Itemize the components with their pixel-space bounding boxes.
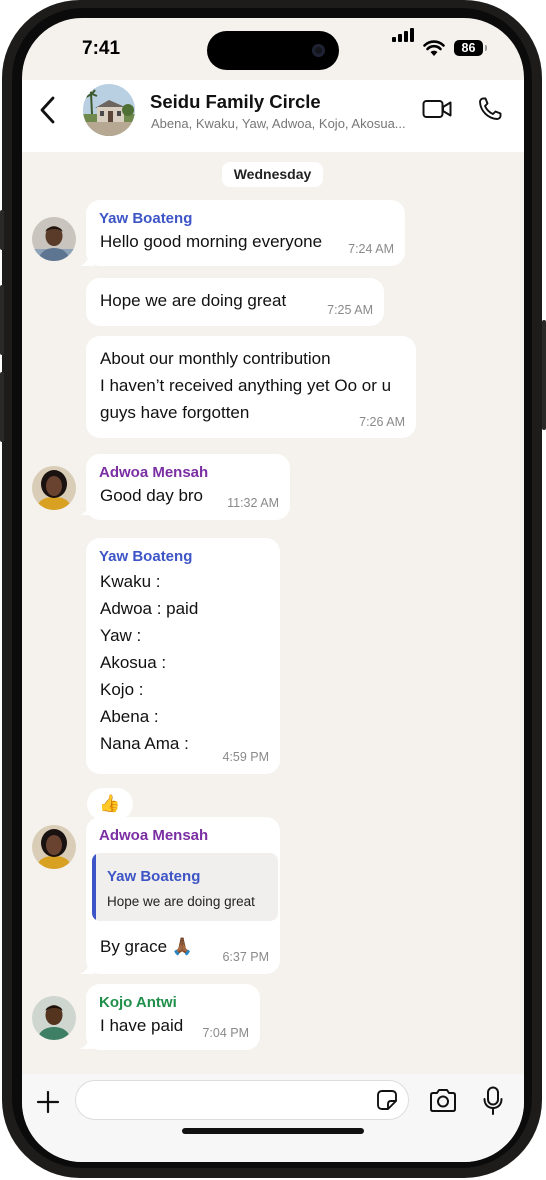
status-time: 7:41 bbox=[82, 38, 121, 59]
message-time: 4:59 PM bbox=[222, 750, 269, 764]
message-sender[interactable]: Adwoa Mensah bbox=[99, 464, 208, 481]
microphone-icon[interactable] bbox=[483, 1086, 503, 1116]
back-arrow-icon[interactable] bbox=[34, 94, 60, 126]
message-sender[interactable]: Yaw Boateng bbox=[99, 210, 192, 227]
reaction-badge[interactable]: 👍 bbox=[87, 788, 133, 820]
camera-icon[interactable] bbox=[428, 1088, 458, 1114]
message-sender[interactable]: Kojo Antwi bbox=[99, 994, 177, 1011]
volume-down-button bbox=[0, 372, 4, 442]
message-text: Hello good morning everyone bbox=[100, 232, 323, 251]
message-text: About our monthly contribution I haven’t… bbox=[100, 349, 392, 422]
wifi-icon bbox=[423, 40, 445, 56]
group-avatar[interactable] bbox=[83, 84, 135, 136]
message-bubble[interactable]: Yaw Boateng Kwaku : Adwoa : paid Yaw : A… bbox=[86, 538, 280, 774]
avatar-yaw[interactable] bbox=[32, 217, 76, 261]
message-time: 6:37 PM bbox=[222, 950, 269, 964]
message-time: 7:25 AM bbox=[327, 303, 373, 317]
message-time: 11:32 AM bbox=[227, 496, 279, 510]
video-call-icon[interactable] bbox=[422, 98, 452, 120]
chat-area[interactable]: Wednesday Yaw Boateng Hello good morning… bbox=[22, 152, 524, 1074]
chat-header: Seidu Family Circle Abena, Kwaku, Yaw, A… bbox=[22, 80, 524, 152]
front-camera bbox=[312, 44, 325, 57]
avatar-kojo[interactable] bbox=[32, 996, 76, 1040]
message-bubble[interactable]: Hope we are doing great 7:25 AM bbox=[86, 278, 384, 326]
status-bar: 7:41 86 bbox=[22, 18, 524, 80]
message-time: 7:04 PM bbox=[202, 1026, 249, 1040]
battery-level: 86 bbox=[454, 40, 483, 56]
quoted-message[interactable]: Yaw Boateng Hope we are doing great bbox=[92, 853, 278, 921]
message-sender[interactable]: Adwoa Mensah bbox=[99, 827, 208, 844]
message-input-field[interactable] bbox=[90, 1085, 374, 1115]
message-time: 7:26 AM bbox=[359, 415, 405, 429]
volume-up-button bbox=[0, 285, 4, 355]
message-bubble[interactable]: About our monthly contribution I haven’t… bbox=[86, 336, 416, 438]
message-input[interactable] bbox=[75, 1080, 409, 1120]
group-title[interactable]: Seidu Family Circle bbox=[150, 91, 321, 113]
power-button bbox=[542, 320, 546, 430]
dynamic-island bbox=[207, 31, 339, 70]
avatar-adwoa[interactable] bbox=[32, 466, 76, 510]
message-time: 7:24 AM bbox=[348, 242, 394, 256]
group-members: Abena, Kwaku, Yaw, Adwoa, Kojo, Akosua..… bbox=[151, 116, 406, 131]
message-bubble[interactable]: Kojo Antwi I have paid 7:04 PM bbox=[86, 984, 260, 1050]
quote-bar bbox=[92, 853, 96, 921]
message-text: By grace 🙏🏾 bbox=[100, 937, 193, 956]
message-text: I have paid bbox=[100, 1016, 184, 1035]
action-button bbox=[0, 210, 4, 250]
message-bubble[interactable]: Yaw Boateng Hello good morning everyone … bbox=[86, 200, 405, 266]
message-bubble[interactable]: Adwoa Mensah Good day bro 11:32 AM bbox=[86, 454, 290, 520]
message-text: Good day bro bbox=[100, 486, 204, 505]
composer-bar bbox=[22, 1074, 524, 1162]
battery-tip bbox=[485, 45, 487, 51]
plus-icon[interactable] bbox=[36, 1090, 60, 1114]
message-text: Kwaku : Adwoa : paid Yaw : Akosua : Kojo… bbox=[100, 572, 199, 753]
phone-call-icon[interactable] bbox=[477, 96, 503, 122]
sticker-icon[interactable] bbox=[376, 1089, 398, 1111]
avatar-adwoa[interactable] bbox=[32, 825, 76, 869]
home-indicator[interactable] bbox=[182, 1128, 364, 1134]
quoted-text: Hope we are doing great bbox=[107, 894, 255, 909]
quoted-sender: Yaw Boateng bbox=[107, 868, 201, 885]
message-bubble[interactable]: Adwoa Mensah Yaw Boateng Hope we are doi… bbox=[86, 817, 280, 974]
message-text: Hope we are doing great bbox=[100, 291, 287, 310]
screen: 7:41 86 Seidu Family Circle Abena, Kwaku… bbox=[22, 18, 524, 1162]
date-divider: Wednesday bbox=[222, 162, 323, 187]
message-sender[interactable]: Yaw Boateng bbox=[99, 548, 192, 565]
